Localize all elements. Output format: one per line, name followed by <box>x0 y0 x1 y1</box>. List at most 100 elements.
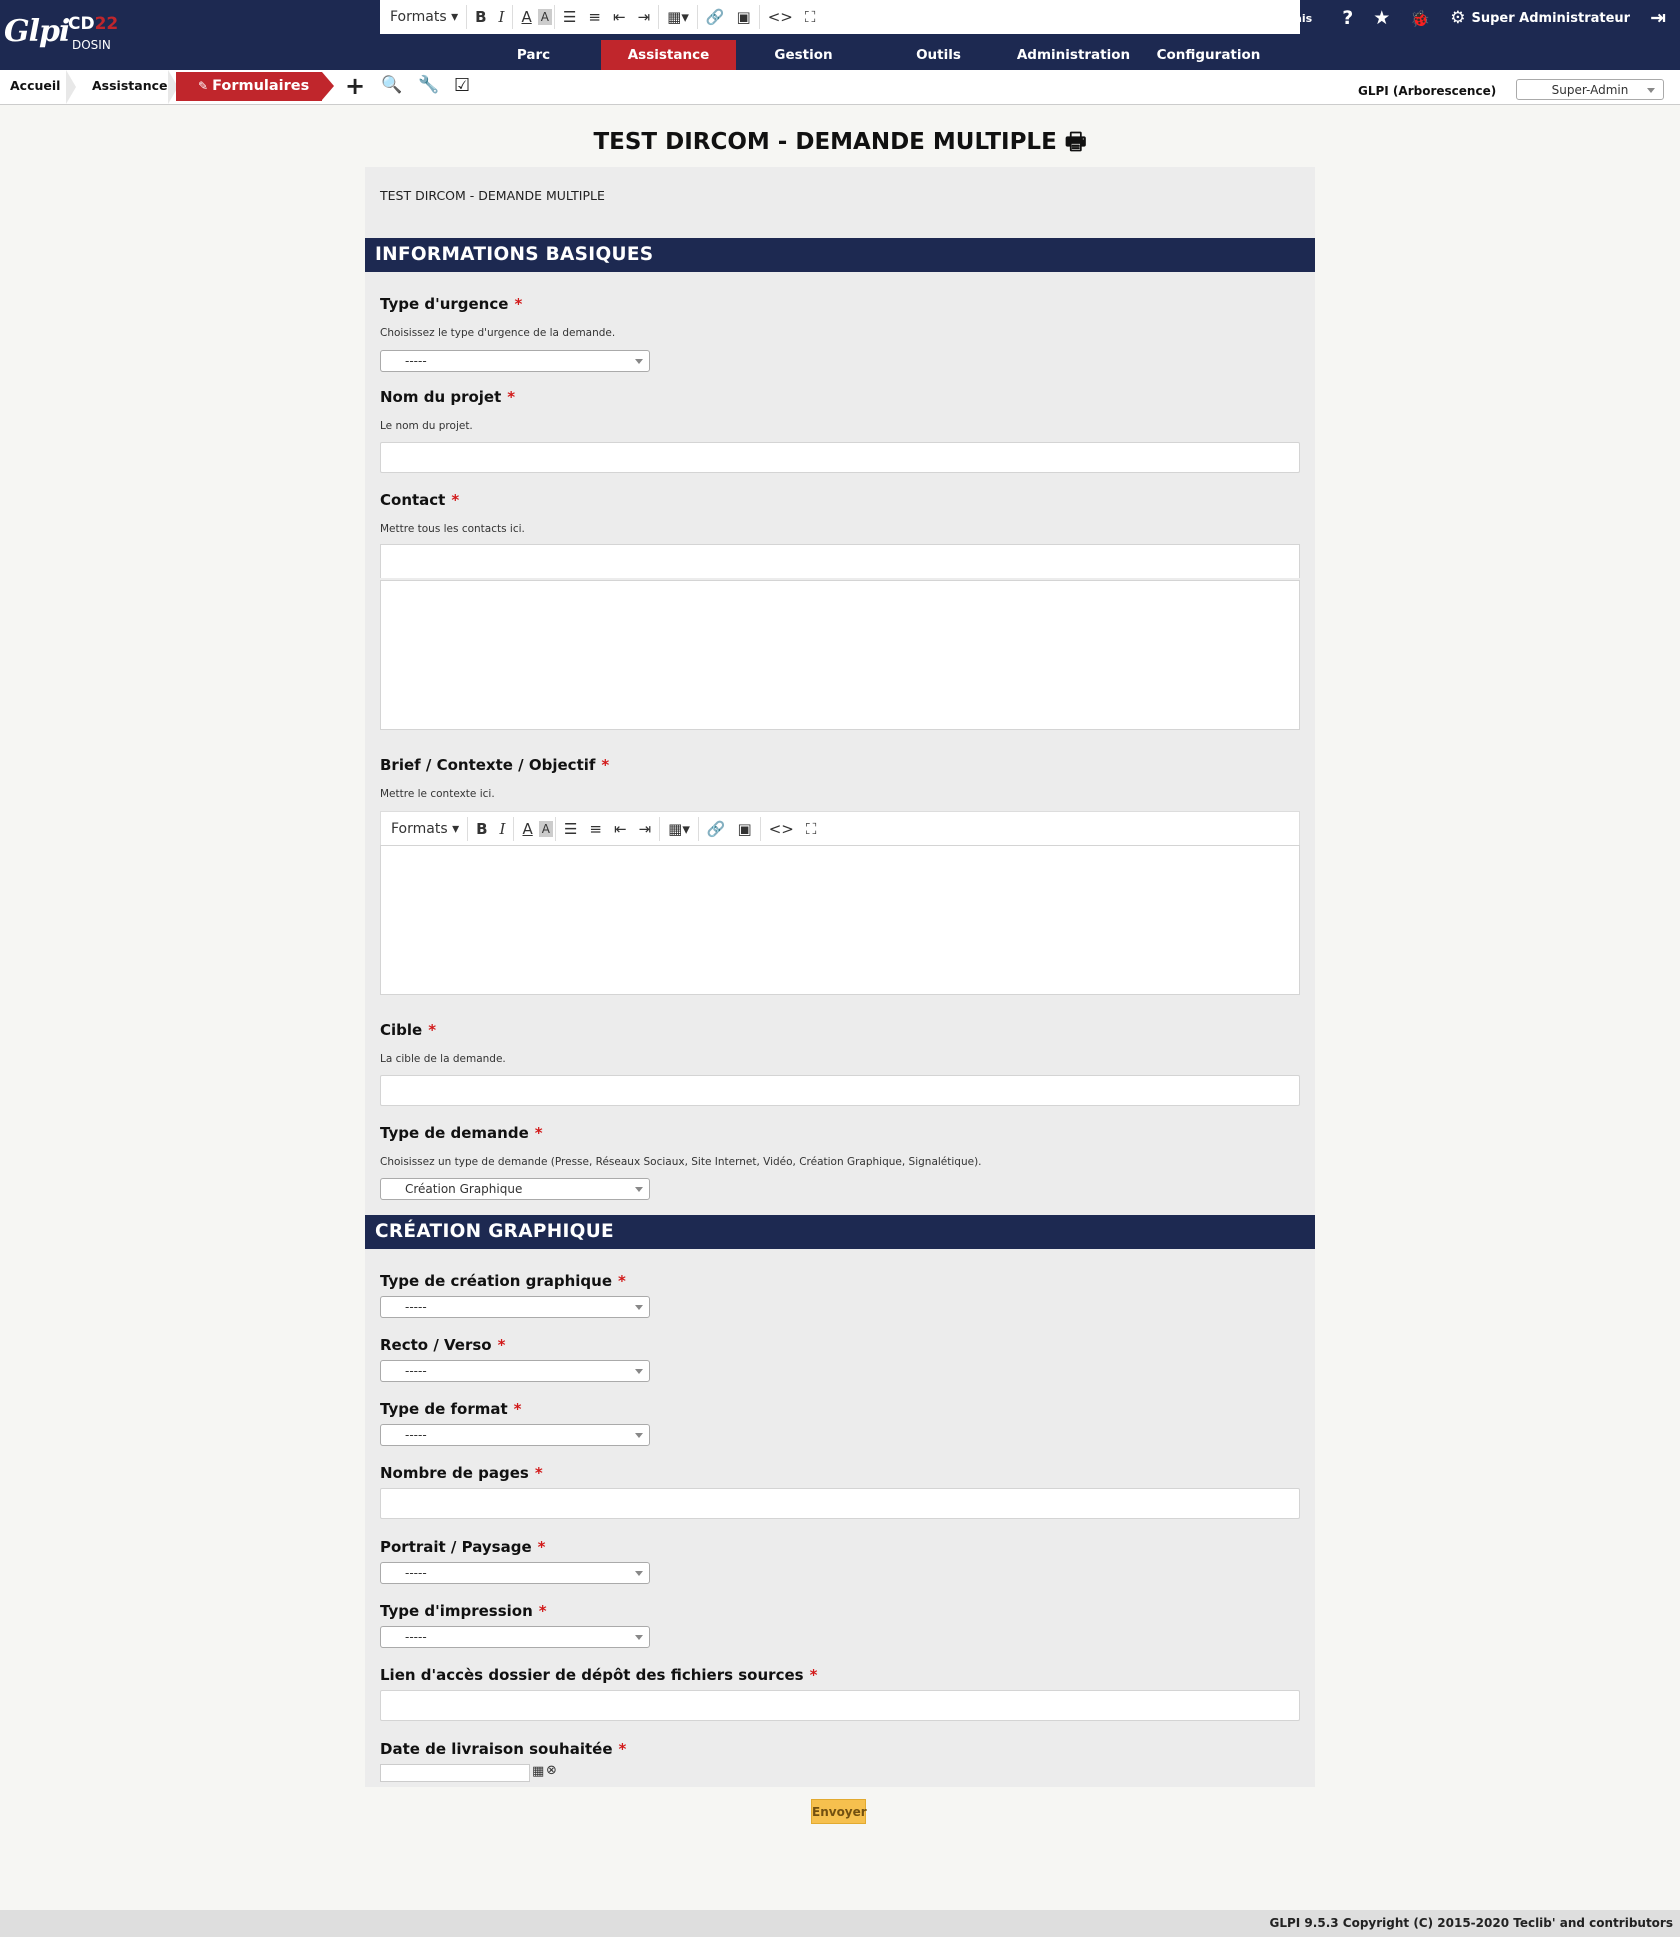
formats-dropdown[interactable]: Formats ▾ <box>387 814 465 844</box>
field-help: Choisissez un type de demande (Presse, R… <box>380 1156 982 1168</box>
footer: GLPI 9.5.3 Copyright (C) 2015-2020 Tecli… <box>0 1910 1680 1937</box>
delivery-date-input[interactable] <box>380 1764 530 1782</box>
text-color-icon[interactable]: A <box>516 814 538 844</box>
help-icon[interactable]: ? <box>1342 7 1353 29</box>
urgency-select[interactable]: ----- <box>380 350 650 372</box>
bold-icon[interactable]: B <box>469 2 492 32</box>
table-icon[interactable]: ▦▾ <box>662 814 696 844</box>
contact-textarea[interactable] <box>380 580 1300 730</box>
form-description: TEST DIRCOM - DEMANDE MULTIPLE <box>380 188 605 203</box>
field-label: Type d'urgence * <box>380 295 523 313</box>
bookmark-star-icon[interactable]: ★ <box>1373 7 1390 29</box>
field-help: Choisissez le type d'urgence de la deman… <box>380 327 616 339</box>
breadcrumb-assistance[interactable]: Assistance <box>92 78 167 93</box>
breadcrumb-separator <box>66 70 76 104</box>
calendar-icon[interactable]: ▦ <box>532 1764 544 1779</box>
top-right-links: ançais ? ★ 🐞 ⚙ Super Administrateur ⇥ <box>1273 6 1666 30</box>
fullscreen-icon[interactable]: ⛶ <box>800 814 823 844</box>
field-help: Mettre le contexte ici. <box>380 788 495 800</box>
menu-parc[interactable]: Parc <box>466 40 601 70</box>
indent-icon[interactable]: ⇥ <box>633 814 658 844</box>
field-label: Contact * <box>380 491 460 509</box>
breadcrumb-bar: Accueil Assistance ✎ Formulaires + 🔍 🔧 ☑ … <box>0 70 1680 105</box>
menu-configuration[interactable]: Configuration <box>1141 40 1276 70</box>
clear-date-icon[interactable]: ⊗ <box>546 1763 557 1778</box>
print-type-select[interactable]: ----- <box>380 1626 650 1648</box>
bullet-list-icon[interactable]: ☰ <box>557 2 582 32</box>
print-icon[interactable]: 🖶 <box>1065 129 1087 155</box>
text-color-icon[interactable]: A <box>515 2 537 32</box>
field-label: Nom du projet * <box>380 388 516 406</box>
brief-editor-toolbar: Formats ▾ B I A A ☰ ≡ ⇤ ⇥ ▦▾ 🔗 ▣ <> ⛶ <box>380 811 1300 845</box>
formats-dropdown[interactable]: Formats ▾ <box>386 2 464 32</box>
background-color-icon[interactable]: A <box>537 9 552 25</box>
field-help: Mettre tous les contacts ici. <box>380 523 525 535</box>
request-type-select[interactable]: Création Graphique <box>380 1178 650 1200</box>
format-type-select[interactable]: ----- <box>380 1424 650 1446</box>
code-icon[interactable]: <> <box>763 814 800 844</box>
main-menu: Parc Assistance Gestion Outils Administr… <box>466 40 1276 70</box>
field-help: La cible de la demande. <box>380 1053 506 1065</box>
field-label: Recto / Verso * <box>380 1336 506 1354</box>
top-header: Glpi CD22 DOSIN Formats ▾ B I A A ☰ ≡ ⇤ … <box>0 0 1680 70</box>
link-icon[interactable]: 🔗 <box>700 2 731 32</box>
background-color-icon[interactable]: A <box>538 820 553 837</box>
form-container: TEST DIRCOM - DEMANDE MULTIPLE INFORMATI… <box>365 167 1315 1787</box>
checklist-icon[interactable]: ☑ <box>454 75 470 96</box>
field-label: Date de livraison souhaitée * <box>380 1740 627 1758</box>
recto-verso-select[interactable]: ----- <box>380 1360 650 1382</box>
glpi-logo[interactable]: Glpi <box>4 14 70 49</box>
entity-selector[interactable]: GLPI (Arborescence) <box>1358 84 1496 98</box>
section-header: INFORMATIONS BASIQUES <box>365 238 1315 272</box>
italic-icon[interactable]: I <box>493 2 511 32</box>
logout-icon[interactable]: ⇥ <box>1650 7 1666 29</box>
editor-toolbar-top: Formats ▾ B I A A ☰ ≡ ⇤ ⇥ ▦▾ 🔗 ▣ <> ⛶ <box>380 0 1300 34</box>
search-icon[interactable]: 🔍 <box>381 75 402 95</box>
field-help: Le nom du projet. <box>380 420 473 432</box>
edit-icon: ✎ <box>198 79 209 93</box>
page-count-input[interactable] <box>380 1488 1300 1519</box>
menu-outils[interactable]: Outils <box>871 40 1006 70</box>
target-input[interactable] <box>380 1075 1300 1106</box>
profile-select[interactable]: Super-Admin <box>1516 79 1664 100</box>
image-icon[interactable]: ▣ <box>732 814 758 844</box>
bullet-list-icon[interactable]: ☰ <box>558 814 583 844</box>
image-icon[interactable]: ▣ <box>731 2 757 32</box>
submit-button[interactable]: Envoyer <box>811 1799 867 1824</box>
indent-icon[interactable]: ⇥ <box>632 2 657 32</box>
page-title: TEST DIRCOM - DEMANDE MULTIPLE 🖶 <box>593 129 1087 155</box>
outdent-icon[interactable]: ⇤ <box>607 2 632 32</box>
contact-editor-toolbar <box>380 544 1300 578</box>
table-icon[interactable]: ▦▾ <box>661 2 695 32</box>
menu-gestion[interactable]: Gestion <box>736 40 871 70</box>
italic-icon[interactable]: I <box>494 814 512 844</box>
field-label: Nombre de pages * <box>380 1464 543 1482</box>
field-label: Portrait / Paysage * <box>380 1538 546 1556</box>
orientation-select[interactable]: ----- <box>380 1562 650 1584</box>
field-label: Brief / Contexte / Objectif * <box>380 756 610 774</box>
code-icon[interactable]: <> <box>762 2 799 32</box>
fullscreen-icon[interactable]: ⛶ <box>799 2 822 32</box>
source-folder-link-input[interactable] <box>380 1690 1300 1721</box>
numbered-list-icon[interactable]: ≡ <box>582 2 607 32</box>
brand-subtitle: DOSIN <box>72 38 111 52</box>
wrench-icon[interactable]: 🔧 <box>418 75 439 95</box>
brief-textarea[interactable] <box>380 845 1300 995</box>
menu-administration[interactable]: Administration <box>1006 40 1141 70</box>
breadcrumb-home[interactable]: Accueil <box>10 78 60 93</box>
breadcrumb-formulaires[interactable]: ✎ Formulaires <box>176 72 334 101</box>
field-label: Lien d'accès dossier de dépôt des fichie… <box>380 1666 818 1684</box>
bold-icon[interactable]: B <box>470 814 493 844</box>
graphic-type-select[interactable]: ----- <box>380 1296 650 1318</box>
outdent-icon[interactable]: ⇤ <box>608 814 633 844</box>
numbered-list-icon[interactable]: ≡ <box>583 814 608 844</box>
menu-assistance[interactable]: Assistance <box>601 40 736 70</box>
language-link[interactable]: ançais <box>1273 12 1313 25</box>
add-icon[interactable]: + <box>345 72 365 100</box>
link-icon[interactable]: 🔗 <box>701 814 732 844</box>
debug-bug-icon[interactable]: 🐞 <box>1410 9 1430 28</box>
field-label: Type de création graphique * <box>380 1272 626 1290</box>
user-name-link[interactable]: Super Administrateur <box>1471 11 1630 26</box>
brand-name: CD22 <box>68 14 119 34</box>
project-name-input[interactable] <box>380 442 1300 473</box>
